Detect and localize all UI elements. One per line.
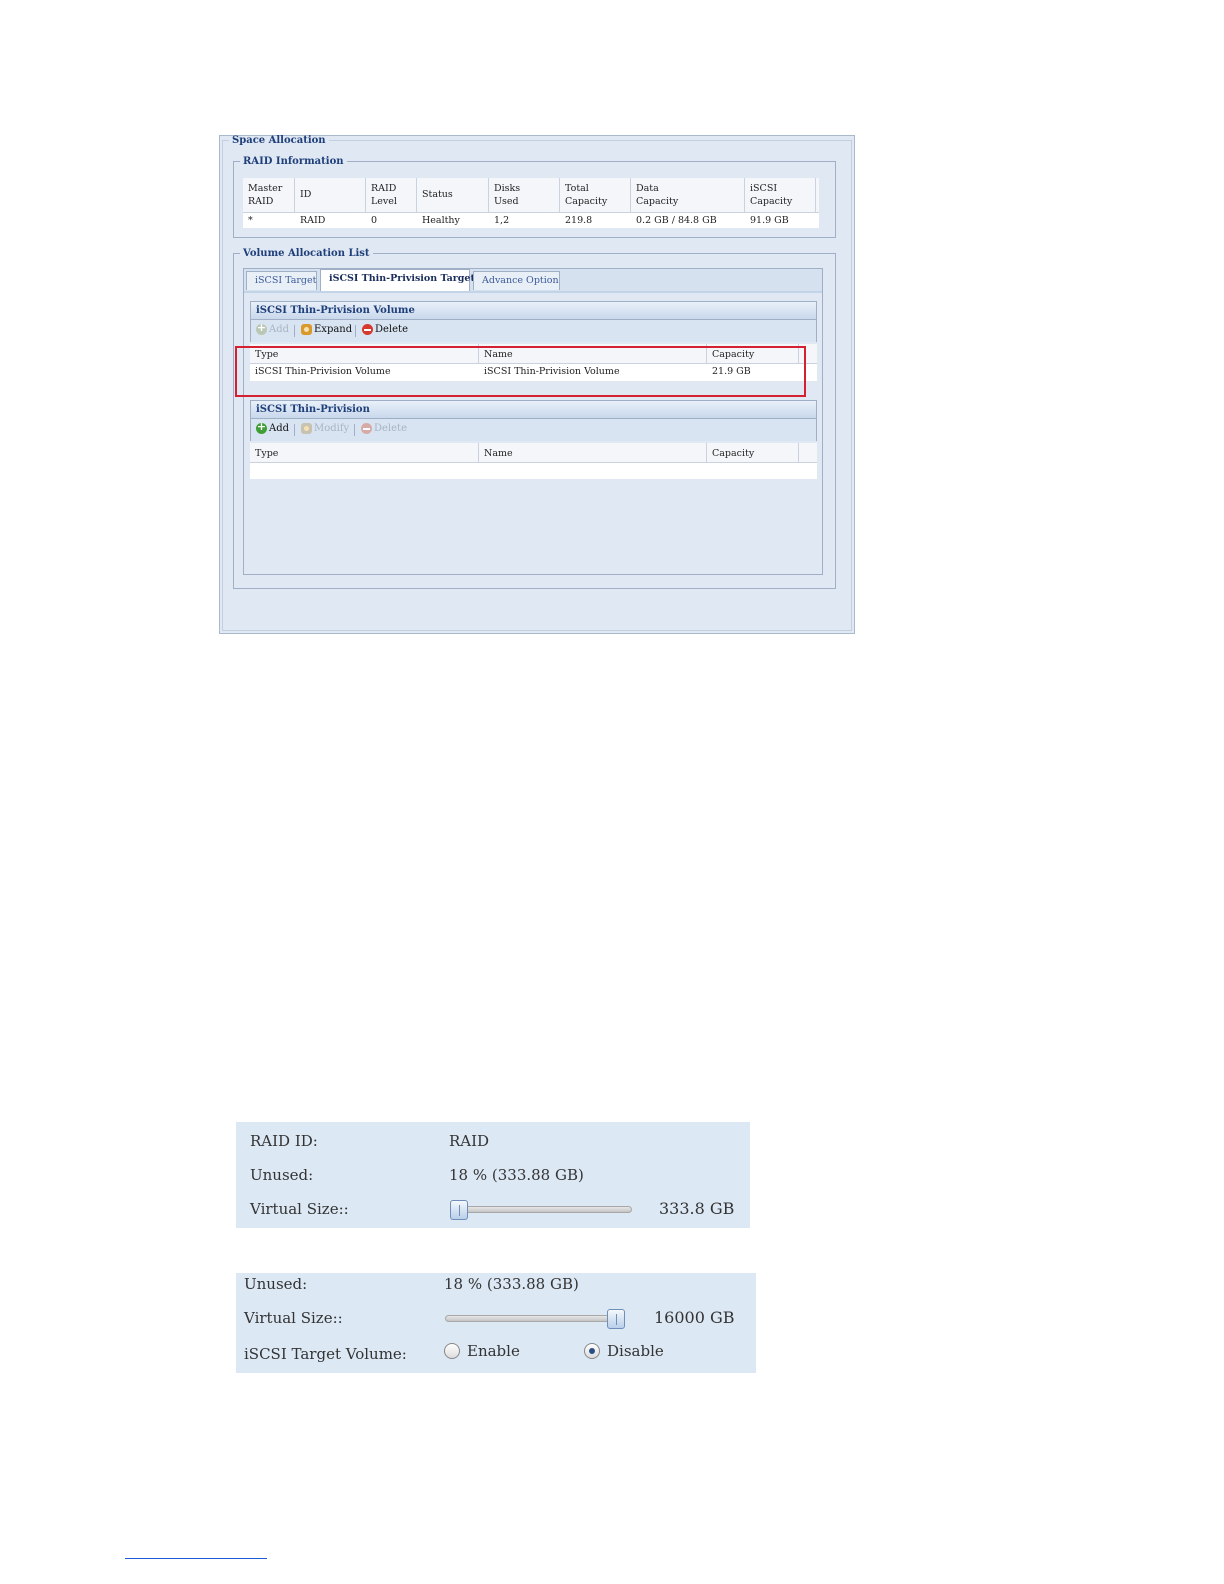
delete-icon — [361, 423, 372, 434]
raid-info-table: Master RAID ID RAID Level Status Disks Used… — [243, 178, 819, 228]
thin-volume-expand-button[interactable]: Expand — [301, 324, 352, 335]
cell-data-capacity: 0.2 GB / 84.8 GB — [636, 215, 717, 226]
virtual-size-slider[interactable] — [445, 1315, 625, 1322]
col-master-raid[interactable]: Master RAID — [243, 178, 295, 212]
footnote-rule — [125, 1558, 267, 1559]
virtual-size-value: 333.8 GB — [659, 1199, 735, 1218]
thin-provision-toolbar: Add Modify Delete — [250, 419, 817, 441]
disable-label: Disable — [607, 1342, 664, 1360]
col-status[interactable]: Status — [417, 178, 489, 212]
unused-value: 18 % (333.88 GB) — [449, 1166, 584, 1184]
raid-info-legend: RAID Information — [243, 156, 344, 167]
delete-label: Delete — [375, 324, 408, 335]
virtual-size-slider[interactable] — [450, 1206, 632, 1213]
thin-provision-header: Type Name Capacity — [250, 443, 817, 463]
col-total-capacity[interactable]: Total Capacity — [560, 178, 631, 212]
raid-form-panel: RAID ID: RAID Unused: 18 % (333.88 GB) V… — [236, 1122, 750, 1228]
thin-volume-add-button[interactable]: Add — [256, 321, 290, 335]
enable-radio[interactable] — [444, 1343, 460, 1359]
col-name[interactable]: Name — [479, 443, 707, 462]
unused-label: Unused: — [244, 1275, 308, 1293]
thin-provision-title: iSCSI Thin-Privision — [250, 400, 817, 419]
modify-gear-icon — [301, 423, 312, 434]
col-data-capacity[interactable]: Data Capacity — [631, 178, 745, 212]
raid-info-header: Master RAID ID RAID Level Status Disks Used… — [243, 178, 819, 213]
cell-id: RAID — [300, 215, 326, 226]
target-volume-label: iSCSI Target Volume: — [244, 1345, 407, 1363]
disable-radio[interactable] — [584, 1343, 600, 1359]
tab-bar: iSCSI Target iSCSI Thin-Privision Target… — [244, 269, 822, 292]
add-icon — [256, 321, 267, 335]
add-label: Add — [269, 324, 290, 335]
slider-handle[interactable] — [450, 1200, 468, 1220]
volume-tab-panel: iSCSI Target iSCSI Thin-Privision Target… — [243, 268, 823, 575]
toolbar-separator — [294, 424, 295, 436]
cell-iscsi-capacity: 91.9 GB — [750, 215, 789, 226]
col-iscsi-capacity[interactable]: iSCSI Capacity — [745, 178, 816, 212]
target-form-panel: Unused: 18 % (333.88 GB) Virtual Size:: … — [236, 1273, 756, 1373]
thin-volume-toolbar: Add Expand Delete — [250, 320, 817, 342]
unused-label: Unused: — [250, 1166, 314, 1184]
toolbar-separator — [294, 325, 295, 337]
virtual-size-label: Virtual Size:: — [250, 1200, 349, 1218]
space-allocation-legend: Space Allocation — [232, 135, 326, 146]
unused-value: 18 % (333.88 GB) — [444, 1275, 579, 1293]
thin-volume-title: iSCSI Thin-Privision Volume — [250, 301, 817, 320]
raid-row[interactable]: * RAID 0 Healthy 1,2 219.8 0.2 GB / 84.8… — [243, 213, 819, 228]
cell-status: Healthy — [422, 215, 460, 226]
raid-id-value: RAID — [449, 1132, 490, 1150]
col-raid-level[interactable]: RAID Level — [366, 178, 417, 212]
tab-iscsi-target[interactable]: iSCSI Target — [246, 271, 317, 290]
cell-total-capacity: 219.8 — [565, 215, 593, 226]
col-capacity[interactable]: Capacity — [707, 443, 799, 462]
virtual-size-value: 16000 GB — [654, 1308, 735, 1327]
cell-disks-used: 1,2 — [494, 215, 510, 226]
cell-raid-level: 0 — [371, 215, 378, 226]
col-type[interactable]: Type — [250, 443, 479, 462]
modify-label: Modify — [314, 423, 350, 434]
col-disks-used[interactable]: Disks Used — [489, 178, 560, 212]
thin-provision-add-button[interactable]: Add — [256, 420, 290, 434]
thin-volume-delete-button[interactable]: Delete — [362, 324, 408, 335]
cell-master-raid: * — [248, 215, 253, 226]
delete-label: Delete — [374, 423, 407, 434]
thin-provision-modify-button[interactable]: Modify — [301, 423, 349, 434]
volume-allocation-legend: Volume Allocation List — [243, 248, 370, 259]
enable-label: Enable — [467, 1342, 520, 1360]
thin-provision-section: iSCSI Thin-Privision Add Modify Delete — [250, 400, 817, 482]
expand-label: Expand — [314, 324, 353, 335]
col-id[interactable]: ID — [295, 178, 366, 212]
slider-handle[interactable] — [607, 1309, 625, 1329]
tab-thin-provision-target[interactable]: iSCSI Thin-Privision Target — [320, 269, 475, 291]
virtual-size-label: Virtual Size:: — [244, 1309, 343, 1327]
thin-provision-table: Type Name Capacity — [250, 443, 817, 479]
toolbar-separator — [355, 325, 356, 337]
add-label: Add — [269, 423, 290, 434]
tab-advance-option[interactable]: Advance Option — [473, 271, 560, 290]
raid-id-label: RAID ID: — [250, 1132, 318, 1150]
thin-provision-delete-button[interactable]: Delete — [361, 423, 407, 434]
delete-icon — [362, 324, 373, 335]
highlight-box — [235, 346, 806, 397]
add-icon — [256, 420, 267, 434]
toolbar-separator — [354, 424, 355, 436]
tab-underline — [244, 291, 822, 293]
expand-gear-icon — [301, 324, 312, 335]
